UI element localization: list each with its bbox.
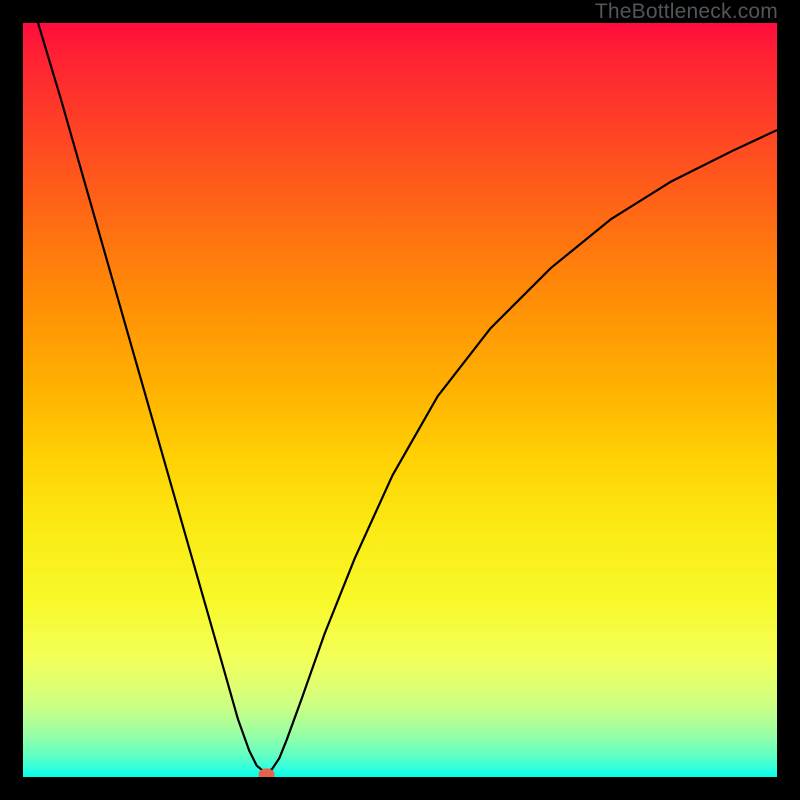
watermark-text: TheBottleneck.com	[595, 0, 778, 24]
chart-container: TheBottleneck.com	[0, 0, 800, 800]
bottleneck-curve	[38, 23, 777, 772]
curve-layer	[23, 23, 777, 777]
plot-area	[23, 23, 777, 777]
